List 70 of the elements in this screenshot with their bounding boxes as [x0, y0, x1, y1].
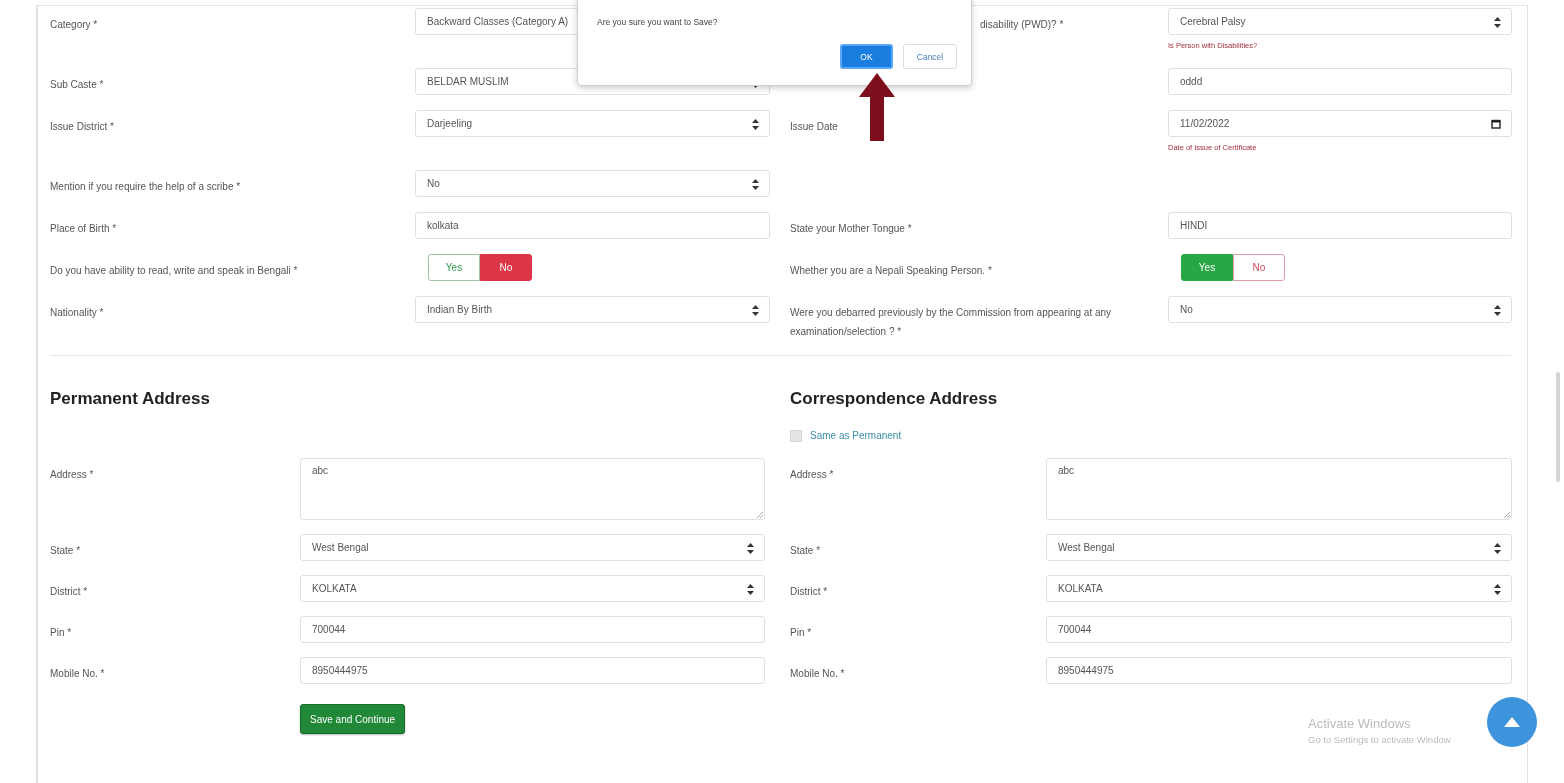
select-field[interactable]: Indian By Birth: [415, 296, 770, 323]
toggle-option[interactable]: Yes: [428, 254, 480, 281]
date-field[interactable]: 11/02/2022: [1168, 110, 1512, 137]
caret-icon: [752, 179, 759, 190]
input-field[interactable]: 8950444975: [1046, 657, 1512, 684]
input-field[interactable]: 700044: [1046, 616, 1512, 643]
scrollbar-thumb[interactable]: [1556, 372, 1560, 482]
cancel-button[interactable]: Cancel: [903, 44, 957, 69]
textarea-field[interactable]: abc: [300, 458, 765, 520]
field-label: Nationality *: [50, 307, 104, 318]
field-label: State *: [790, 545, 821, 556]
field-label: Issue District *: [50, 121, 114, 132]
textarea-field[interactable]: abc: [1046, 458, 1512, 520]
input-field[interactable]: 8950444975: [300, 657, 765, 684]
arrow-icon: [859, 73, 895, 141]
field-label: Address *: [790, 469, 834, 480]
input-field[interactable]: HINDI: [1168, 212, 1512, 239]
section-heading: Correspondence Address: [790, 389, 999, 410]
select-field[interactable]: Darjeeling: [415, 110, 770, 137]
select-field[interactable]: No: [1168, 296, 1512, 323]
field-label: District *: [790, 586, 828, 597]
toggle-option[interactable]: No: [480, 254, 532, 281]
field-label: State your Mother Tongue *: [790, 223, 912, 234]
caret-icon: [1494, 305, 1501, 316]
caret-icon: [752, 119, 759, 130]
caret-icon: [747, 543, 754, 554]
resize-grip-icon[interactable]: [1504, 512, 1510, 518]
os-notice-text: Go to Settings to activate Window: [1308, 734, 1451, 745]
field-label: Pin *: [790, 627, 812, 638]
select-field[interactable]: KOLKATA: [1046, 575, 1512, 602]
select-field[interactable]: No: [415, 170, 770, 197]
field-label: Issue Date: [790, 121, 838, 132]
field-label: Sub Caste *: [50, 79, 104, 90]
caret-icon: [1494, 584, 1501, 595]
triangle-up-icon: [1504, 717, 1520, 727]
save-and-continue-button[interactable]: Save and Continue: [300, 704, 406, 734]
select-field[interactable]: KOLKATA: [300, 575, 765, 602]
checkbox[interactable]: [790, 429, 802, 442]
field-label: Mention if you require the help of a scribe *: [50, 181, 241, 192]
field-label: disability (PWD)? *: [979, 18, 1064, 32]
input-field[interactable]: kolkata: [415, 212, 770, 239]
field-label: Address *: [50, 469, 94, 480]
toggle-option[interactable]: No: [1233, 254, 1285, 281]
ok-button[interactable]: OK: [840, 44, 893, 69]
caret-icon: [747, 584, 754, 595]
field-label: Place of Birth *: [50, 223, 117, 234]
field-label: Category *: [50, 19, 98, 30]
resize-grip-icon[interactable]: [757, 512, 763, 518]
field-label: Mobile No. *: [790, 668, 845, 679]
caret-icon: [752, 305, 759, 316]
scroll-to-top-button[interactable]: [1487, 697, 1537, 747]
field-label: Pin *: [50, 627, 72, 638]
field-label: Do you have ability to read, write and speak in Bengali *: [50, 265, 298, 276]
field-label: District *: [50, 586, 88, 597]
section-heading: Permanent Address: [50, 389, 211, 410]
dialog-message: Are you sure you want to Save?: [597, 17, 718, 27]
field-label: Mobile No. *: [50, 668, 105, 679]
input-field[interactable]: 700044: [300, 616, 765, 643]
select-field[interactable]: West Bengal: [1046, 534, 1512, 561]
field-label: Whether you are a Nepali Speaking Person. *: [790, 265, 992, 276]
os-notice-title: Activate Windows: [1308, 716, 1412, 731]
field-label: State *: [50, 545, 81, 556]
checkbox-label[interactable]: Same as Permanent: [810, 430, 902, 441]
select-field[interactable]: Cerebral Palsy: [1168, 8, 1512, 35]
caret-icon: [1494, 543, 1501, 554]
select-field[interactable]: West Bengal: [300, 534, 765, 561]
input-field[interactable]: oddd: [1168, 68, 1512, 95]
field-label: Were you debarred previously by the Commission from appearing at any examination/selection ? *: [790, 307, 1112, 337]
caret-icon: [1494, 17, 1501, 28]
calendar-icon: [1491, 119, 1501, 129]
